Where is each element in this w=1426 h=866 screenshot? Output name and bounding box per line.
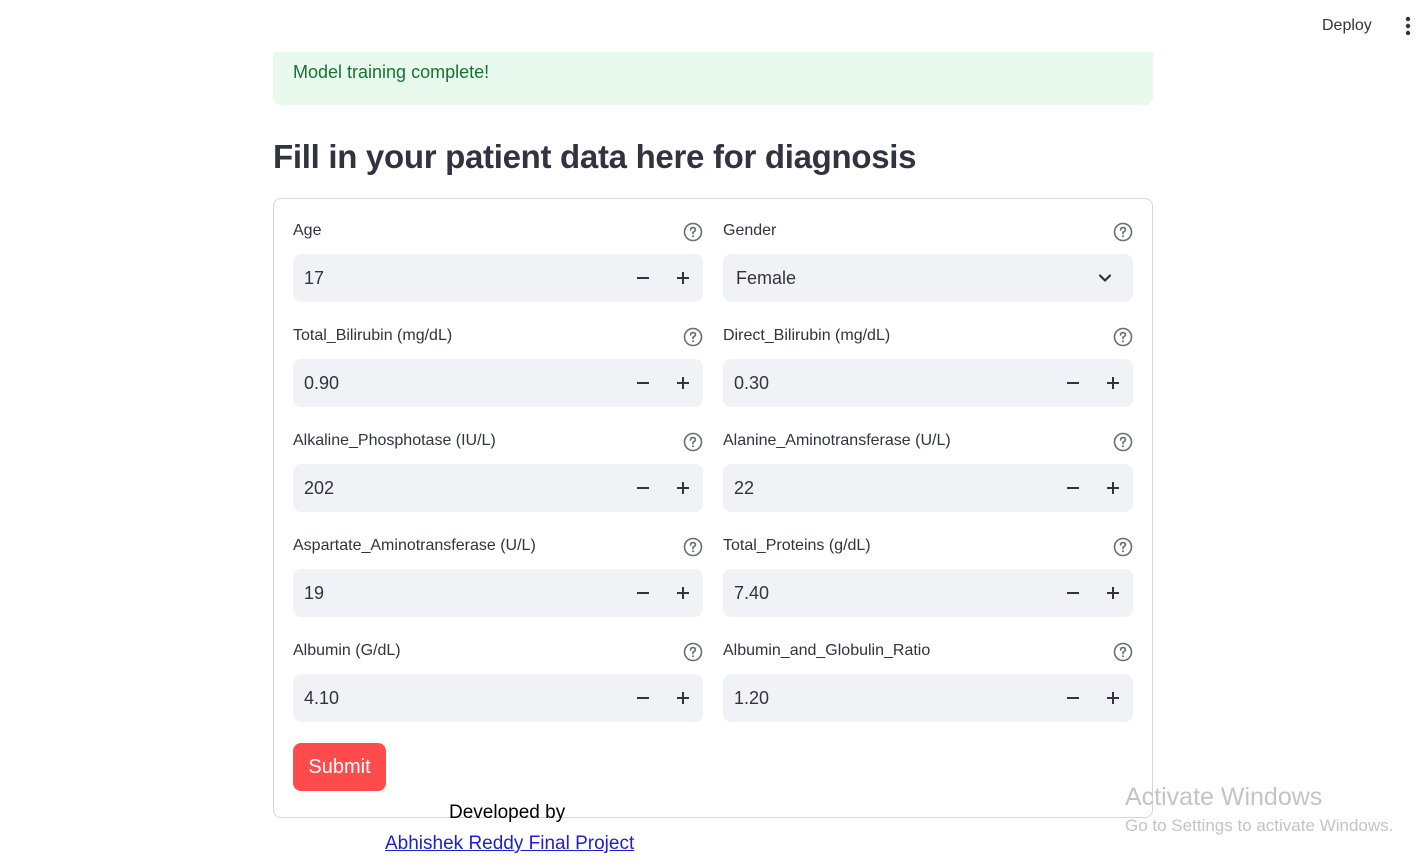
field-direct-bilirubin: Direct_Bilirubin (mg/dL) 0.30 (723, 304, 1133, 407)
increment-button[interactable] (1097, 367, 1129, 399)
decrement-button[interactable] (627, 262, 659, 294)
app-header: Deploy (0, 0, 1426, 52)
help-icon[interactable] (683, 642, 703, 662)
decrement-button[interactable] (1057, 472, 1089, 504)
aspartate-aminotransferase-input[interactable]: 19 (293, 569, 703, 617)
albumin-globulin-ratio-value[interactable]: 1.20 (734, 687, 769, 709)
decrement-button[interactable] (1057, 367, 1089, 399)
decrement-button[interactable] (627, 682, 659, 714)
aspartate-aminotransferase-value[interactable]: 19 (304, 582, 324, 604)
field-label: Total_Bilirubin (mg/dL) (293, 327, 453, 344)
field-label: Gender (723, 222, 777, 239)
help-icon[interactable] (683, 432, 703, 452)
field-label: Age (293, 222, 322, 239)
albumin-value[interactable]: 4.10 (304, 687, 339, 709)
help-icon[interactable] (1113, 432, 1133, 452)
decrement-button[interactable] (1057, 682, 1089, 714)
field-age: Age 17 (293, 199, 703, 302)
deploy-button[interactable]: Deploy (1310, 14, 1384, 38)
field-label: Albumin (G/dL) (293, 642, 401, 659)
increment-button[interactable] (667, 577, 699, 609)
gender-select[interactable]: Female (723, 254, 1133, 302)
field-alanine-aminotransferase: Alanine_Aminotransferase (U/L) 22 (723, 409, 1133, 512)
field-label: Albumin_and_Globulin_Ratio (723, 642, 931, 659)
increment-button[interactable] (1097, 577, 1129, 609)
success-alert: Model training complete! (273, 52, 1153, 105)
alanine-aminotransferase-input[interactable]: 22 (723, 464, 1133, 512)
page-title: Fill in your patient data here for diagn… (273, 138, 917, 175)
patient-form: Age 17 Gender Female Total_Bilirubin (mg… (273, 198, 1153, 818)
alkaline-phosphotase-input[interactable]: 202 (293, 464, 703, 512)
increment-button[interactable] (667, 262, 699, 294)
increment-button[interactable] (667, 682, 699, 714)
success-alert-text: Model training complete! (293, 62, 490, 82)
help-icon[interactable] (683, 222, 703, 242)
decrement-button[interactable] (1057, 577, 1089, 609)
help-icon[interactable] (683, 537, 703, 557)
decrement-button[interactable] (627, 472, 659, 504)
decrement-button[interactable] (627, 367, 659, 399)
chevron-down-icon[interactable] (1095, 268, 1115, 288)
field-label: Alanine_Aminotransferase (U/L) (723, 432, 951, 449)
more-vertical-icon[interactable] (1403, 16, 1413, 36)
field-total-proteins: Total_Proteins (g/dL) 7.40 (723, 514, 1133, 617)
field-alkaline-phosphotase: Alkaline_Phosphotase (IU/L) 202 (293, 409, 703, 512)
help-icon[interactable] (1113, 222, 1133, 242)
activate-windows-title: Activate Windows (1125, 783, 1323, 811)
increment-button[interactable] (667, 367, 699, 399)
footer-developed-by: Developed by (449, 802, 566, 823)
albumin-globulin-ratio-input[interactable]: 1.20 (723, 674, 1133, 722)
increment-button[interactable] (1097, 682, 1129, 714)
total-proteins-value[interactable]: 7.40 (734, 582, 769, 604)
age-input[interactable]: 17 (293, 254, 703, 302)
activate-windows-subtitle: Go to Settings to activate Windows. (1125, 816, 1394, 835)
field-albumin: Albumin (G/dL) 4.10 (293, 619, 703, 722)
age-value[interactable]: 17 (304, 267, 324, 289)
help-icon[interactable] (1113, 537, 1133, 557)
field-albumin-globulin-ratio: Albumin_and_Globulin_Ratio 1.20 (723, 619, 1133, 722)
field-total-bilirubin: Total_Bilirubin (mg/dL) 0.90 (293, 304, 703, 407)
help-icon[interactable] (1113, 327, 1133, 347)
field-label: Alkaline_Phosphotase (IU/L) (293, 432, 496, 449)
direct-bilirubin-input[interactable]: 0.30 (723, 359, 1133, 407)
field-label: Direct_Bilirubin (mg/dL) (723, 327, 891, 344)
field-label: Aspartate_Aminotransferase (U/L) (293, 537, 536, 554)
direct-bilirubin-value[interactable]: 0.30 (734, 372, 769, 394)
submit-button[interactable]: Submit (293, 743, 386, 791)
increment-button[interactable] (1097, 472, 1129, 504)
increment-button[interactable] (667, 472, 699, 504)
field-gender: Gender Female (723, 199, 1133, 302)
footer-project-link[interactable]: Abhishek Reddy Final Project (385, 833, 634, 855)
total-bilirubin-value[interactable]: 0.90 (304, 372, 339, 394)
field-label: Total_Proteins (g/dL) (723, 537, 871, 554)
total-bilirubin-input[interactable]: 0.90 (293, 359, 703, 407)
albumin-input[interactable]: 4.10 (293, 674, 703, 722)
help-icon[interactable] (683, 327, 703, 347)
field-aspartate-aminotransferase: Aspartate_Aminotransferase (U/L) 19 (293, 514, 703, 617)
help-icon[interactable] (1113, 642, 1133, 662)
decrement-button[interactable] (627, 577, 659, 609)
alkaline-phosphotase-value[interactable]: 202 (304, 477, 334, 499)
gender-value[interactable]: Female (736, 267, 796, 289)
alanine-aminotransferase-value[interactable]: 22 (734, 477, 754, 499)
total-proteins-input[interactable]: 7.40 (723, 569, 1133, 617)
